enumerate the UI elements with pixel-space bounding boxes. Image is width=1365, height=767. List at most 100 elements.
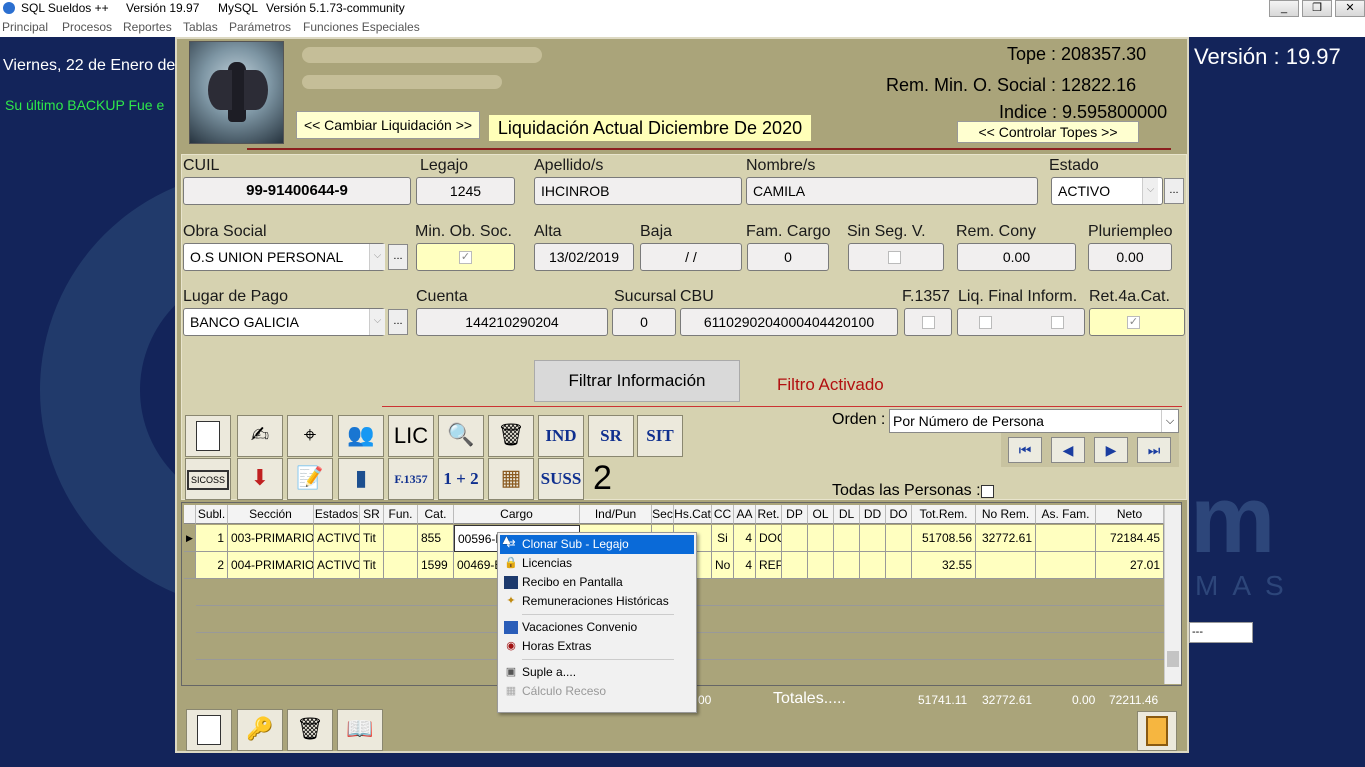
- baja-field[interactable]: / /: [640, 243, 742, 271]
- col-aa[interactable]: AA: [734, 505, 756, 524]
- menu-item-calculo-receso[interactable]: ▦ Cálculo Receso: [500, 682, 694, 701]
- sin-seg-v-checkbox[interactable]: [888, 251, 901, 264]
- obra-social-dropdown-arrow[interactable]: ⌵: [369, 244, 385, 270]
- delete-sublegajo-button[interactable]: 🗑: [287, 709, 333, 751]
- cell-ret[interactable]: REP: [756, 552, 782, 579]
- cell-cat[interactable]: 1599: [418, 552, 454, 579]
- menu-principal[interactable]: Principal: [2, 20, 48, 34]
- col-neto[interactable]: Neto: [1096, 505, 1164, 524]
- menu-item-remuneraciones[interactable]: ✦ Remuneraciones Históricas: [500, 592, 694, 611]
- col-seccion[interactable]: Sección: [228, 505, 314, 524]
- cell-ol[interactable]: [808, 525, 834, 552]
- cuil-field[interactable]: 99-91400644-9: [183, 177, 411, 205]
- alta-field[interactable]: 13/02/2019: [534, 243, 634, 271]
- menu-reportes[interactable]: Reportes: [123, 20, 172, 34]
- cell-as-fam[interactable]: [1036, 525, 1096, 552]
- col-ind-pun[interactable]: Ind/Pun: [580, 505, 652, 524]
- cell-cat[interactable]: 855: [418, 525, 454, 552]
- col-dd[interactable]: DD: [860, 505, 886, 524]
- col-cat[interactable]: Cat.: [418, 505, 454, 524]
- cell-dp[interactable]: [782, 525, 808, 552]
- cell-seccion[interactable]: 003-PRIMARIO: [228, 525, 314, 552]
- suss-button[interactable]: SUSS: [538, 458, 584, 500]
- first-record-button[interactable]: ⏮: [1008, 437, 1042, 463]
- cell-sr[interactable]: Tit: [360, 525, 384, 552]
- col-subl[interactable]: Subl.: [196, 505, 228, 524]
- menu-item-horas-extras[interactable]: ◉ Horas Extras: [500, 637, 694, 656]
- cell-dl[interactable]: [834, 525, 860, 552]
- pluriempleo-field[interactable]: 0.00: [1088, 243, 1172, 271]
- one-plus-two-button[interactable]: 1 + 2: [438, 458, 484, 500]
- sit-button[interactable]: SIT: [637, 415, 683, 457]
- col-no-rem[interactable]: No Rem.: [976, 505, 1036, 524]
- col-fun[interactable]: Fun.: [384, 505, 418, 524]
- menu-item-suple[interactable]: ▣ Suple a....: [500, 663, 694, 682]
- cell-aa[interactable]: 4: [734, 552, 756, 579]
- controlar-topes-button[interactable]: << Controlar Topes >>: [957, 121, 1139, 143]
- menu-tablas[interactable]: Tablas: [183, 20, 218, 34]
- lugar-pago-dropdown-arrow[interactable]: ⌵: [369, 309, 385, 335]
- nombre-field[interactable]: CAMILA: [746, 177, 1038, 205]
- menu-parametros[interactable]: Parámetros: [229, 20, 291, 34]
- cell-do[interactable]: [886, 552, 912, 579]
- rem-cony-field[interactable]: 0.00: [957, 243, 1076, 271]
- cell-ol[interactable]: [808, 552, 834, 579]
- cell-dp[interactable]: [782, 552, 808, 579]
- col-sec[interactable]: Sec: [652, 505, 674, 524]
- menu-procesos[interactable]: Procesos: [62, 20, 112, 34]
- col-sr[interactable]: SR: [360, 505, 384, 524]
- download-button[interactable]: ⬇: [237, 458, 283, 500]
- cbu-field[interactable]: 6110290204000404420100: [680, 308, 898, 336]
- lic-button[interactable]: LIC: [388, 415, 434, 457]
- menu-item-recibo[interactable]: Recibo en Pantalla: [500, 573, 694, 592]
- f1357-checkbox[interactable]: [922, 316, 935, 329]
- abacus-button[interactable]: ▦: [488, 458, 534, 500]
- cell-subl[interactable]: 1: [196, 525, 228, 552]
- minimize-button[interactable]: _: [1269, 0, 1299, 17]
- cell-tot-rem[interactable]: 32.55: [912, 552, 976, 579]
- ret-4a-cat-checkbox[interactable]: ✓: [1127, 316, 1140, 329]
- min-ob-soc-checkbox[interactable]: ✓: [459, 251, 472, 264]
- cell-do[interactable]: [886, 525, 912, 552]
- col-tot-rem[interactable]: Tot.Rem.: [912, 505, 976, 524]
- cell-cc[interactable]: Si: [712, 525, 734, 552]
- restore-button[interactable]: ❐: [1302, 0, 1332, 17]
- sr-button[interactable]: SR: [588, 415, 634, 457]
- col-hs-cat[interactable]: Hs.Cat: [674, 505, 712, 524]
- family-button[interactable]: 👥: [338, 415, 384, 457]
- cell-ret[interactable]: DOC: [756, 525, 782, 552]
- cell-seccion[interactable]: 004-PRIMARIO: [228, 552, 314, 579]
- new-document-button[interactable]: [185, 415, 231, 457]
- lugar-pago-lookup-button[interactable]: ...: [388, 309, 408, 335]
- menu-funciones-especiales[interactable]: Funciones Especiales: [303, 20, 420, 34]
- last-record-button[interactable]: ⏭: [1137, 437, 1171, 463]
- prev-record-button[interactable]: ◀: [1051, 437, 1085, 463]
- col-dl[interactable]: DL: [834, 505, 860, 524]
- f1357-button[interactable]: F.1357: [388, 458, 434, 500]
- apellido-field[interactable]: IHCINROB: [534, 177, 742, 205]
- cell-neto[interactable]: 72184.45: [1096, 525, 1164, 552]
- cell-fun[interactable]: [384, 552, 418, 579]
- grid-scrollbar[interactable]: [1164, 505, 1181, 684]
- estado-lookup-button[interactable]: ...: [1164, 178, 1184, 204]
- book-search-button[interactable]: 📖: [337, 709, 383, 751]
- lugar-pago-select[interactable]: BANCO GALICIA: [183, 308, 385, 336]
- col-dp[interactable]: DP: [782, 505, 808, 524]
- todas-personas-checkbox[interactable]: [981, 485, 994, 498]
- col-cargo[interactable]: Cargo: [454, 505, 580, 524]
- edit-documents-button[interactable]: 📝: [287, 458, 333, 500]
- filtrar-informacion-button[interactable]: Filtrar Información: [534, 360, 740, 402]
- search-button[interactable]: 🔍: [438, 415, 484, 457]
- new-sublegajo-button[interactable]: [186, 709, 232, 751]
- fam-cargo-field[interactable]: 0: [747, 243, 829, 271]
- cell-sr[interactable]: Tit: [360, 552, 384, 579]
- col-estados[interactable]: Estados: [314, 505, 360, 524]
- cell-as-fam[interactable]: [1036, 552, 1096, 579]
- cell-neto[interactable]: 27.01: [1096, 552, 1164, 579]
- cell-dd[interactable]: [860, 552, 886, 579]
- book-button[interactable]: ▮: [338, 458, 384, 500]
- cell-estado[interactable]: ACTIVO: [314, 525, 360, 552]
- edit-search-button[interactable]: ✍: [237, 415, 283, 457]
- menu-item-clonar[interactable]: ⇄ Clonar Sub - Legajo: [500, 535, 694, 554]
- ind-button[interactable]: IND: [538, 415, 584, 457]
